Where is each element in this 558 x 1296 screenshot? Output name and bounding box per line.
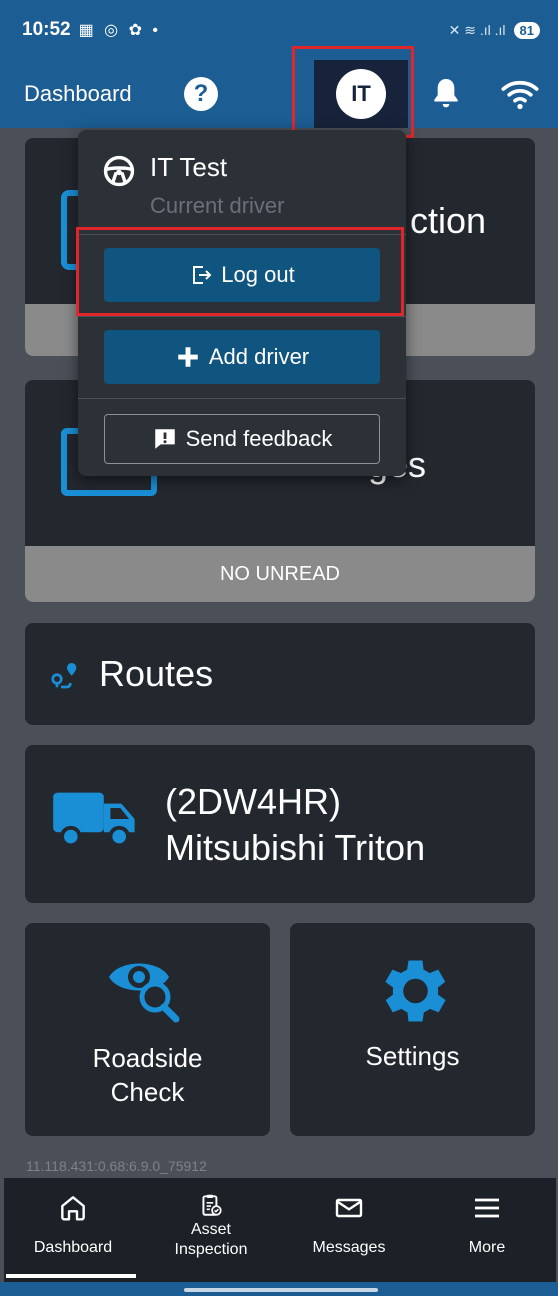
app-header: Dashboard ? IT — [0, 60, 558, 128]
menu-icon — [475, 1198, 499, 1218]
log-out-label: Log out — [221, 262, 295, 287]
nav-asset-label-line-1: Asset — [190, 1221, 231, 1238]
steering-wheel-icon — [103, 155, 135, 187]
wifi-icon[interactable] — [500, 74, 540, 114]
nav-more[interactable]: More — [418, 1178, 556, 1282]
clipboard-check-icon — [202, 1194, 222, 1216]
plus-icon — [178, 347, 198, 367]
roadside-line-1: Roadside — [92, 1043, 203, 1073]
route-icon — [51, 663, 77, 689]
status-time: 10:52 — [22, 19, 71, 40]
gesture-handle[interactable] — [184, 1288, 378, 1292]
nav-dashboard[interactable]: Dashboard — [4, 1178, 142, 1282]
notification-icons: ▦ ◎ ✿ • — [78, 22, 162, 39]
nav-dashboard-label: Dashboard — [33, 1239, 113, 1256]
truck-icon — [53, 792, 135, 848]
bottom-navigation: Dashboard Asset Inspection Messages More — [4, 1178, 556, 1282]
nav-more-label: More — [468, 1239, 506, 1256]
inspection-title: ction — [410, 200, 487, 241]
envelope-icon — [335, 1198, 363, 1218]
routes-title: Routes — [99, 653, 214, 694]
signal-icons: ✕ ≋ .ıl .ıl — [448, 21, 506, 38]
feedback-icon — [154, 429, 175, 449]
log-out-button[interactable]: Log out — [104, 248, 380, 302]
roadside-line-2: Check — [110, 1077, 185, 1107]
divider — [78, 398, 406, 399]
driver-menu-button[interactable]: IT — [314, 60, 408, 128]
messages-unread-footer: NO UNREAD — [25, 546, 535, 602]
driver-name: IT Test — [150, 152, 228, 182]
send-feedback-label: Send feedback — [185, 426, 333, 451]
version-text: 11.118.431:0.68:6.9.0_75912 — [26, 1158, 207, 1174]
roadside-search-icon — [109, 963, 180, 1023]
settings-card[interactable]: Settings — [290, 923, 535, 1136]
status-right: ✕ ≋ .ıl .ıl 81 — [448, 21, 540, 39]
help-icon[interactable]: ? — [184, 77, 218, 111]
settings-label: Settings — [365, 1041, 460, 1071]
home-icon — [61, 1196, 85, 1221]
battery-indicator: 81 — [513, 21, 540, 39]
divider — [78, 316, 406, 317]
page-title: Dashboard — [24, 81, 132, 106]
divider — [78, 234, 406, 235]
nav-messages-label: Messages — [312, 1239, 386, 1256]
routes-card[interactable]: Routes — [25, 623, 535, 725]
avatar: IT — [336, 69, 386, 119]
roadside-check-label: Roadside Check — [25, 1041, 270, 1109]
nav-messages[interactable]: Messages — [280, 1178, 418, 1282]
nav-asset-label-line-2: Inspection — [174, 1241, 248, 1258]
add-driver-button[interactable]: Add driver — [104, 330, 380, 384]
current-driver-label: Current driver — [150, 193, 285, 218]
nav-asset-inspection[interactable]: Asset Inspection — [142, 1178, 280, 1282]
vehicle-plate: (2DW4HR) — [165, 781, 341, 822]
logout-icon — [193, 266, 212, 284]
vehicle-model: Mitsubishi Triton — [165, 827, 426, 868]
vehicle-card[interactable]: (2DW4HR) Mitsubishi Triton — [25, 745, 535, 903]
send-feedback-button[interactable]: Send feedback — [104, 414, 380, 464]
active-tab-indicator — [6, 1274, 136, 1278]
bell-icon[interactable] — [426, 74, 466, 114]
status-bar: 10:52 ▦ ◎ ✿ • ✕ ≋ .ıl .ıl 81 — [0, 0, 558, 60]
gear-icon — [385, 960, 446, 1022]
roadside-check-card[interactable]: Roadside Check — [25, 923, 270, 1136]
driver-dropdown-menu: IT Test Current driver Log out Add drive… — [78, 130, 406, 476]
add-driver-label: Add driver — [208, 344, 310, 369]
